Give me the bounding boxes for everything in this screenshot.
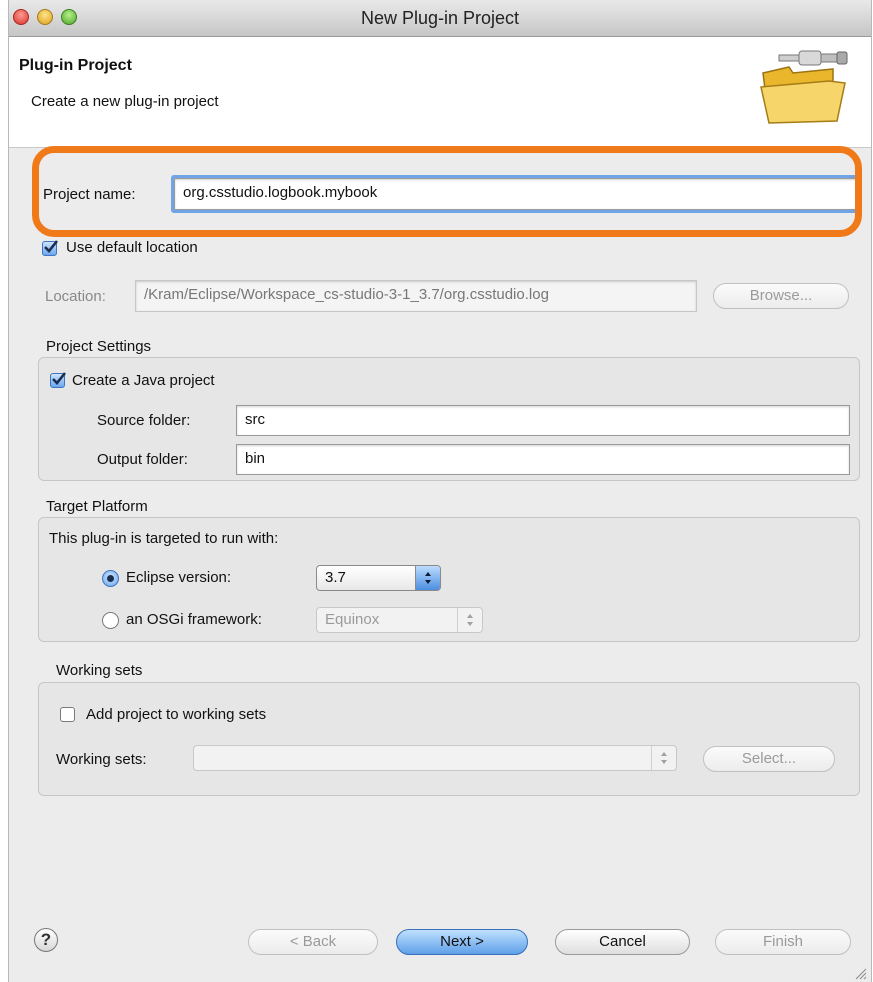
osgi-framework-select[interactable]: Equinox [316,607,483,633]
create-java-project-label: Create a Java project [72,372,215,389]
eclipse-version-label: Eclipse version: [126,569,232,586]
next-button[interactable]: Next > [396,929,528,955]
output-folder-input[interactable]: bin [236,444,850,475]
source-folder-input[interactable]: src [236,405,850,436]
help-icon[interactable]: ? [34,928,58,952]
add-to-working-sets-label: Add project to working sets [86,706,267,723]
working-sets-select[interactable] [193,745,677,771]
working-sets-group [38,682,860,796]
wizard-header: Plug-in Project Create a new plug-in pro… [9,37,871,148]
up-down-arrows-icon [467,614,473,626]
create-java-project-checkbox[interactable] [50,372,67,388]
up-down-arrows-icon [661,752,667,764]
back-button[interactable]: < Back [248,929,378,955]
osgi-framework-stepper[interactable] [457,608,482,632]
working-sets-stepper[interactable] [651,746,676,770]
checkmark-icon [52,372,67,385]
location-label: Location: [45,288,106,305]
working-sets-title: Working sets [56,662,143,679]
target-platform-title: Target Platform [46,498,148,515]
project-settings-title: Project Settings [46,338,152,355]
eclipse-version-select[interactable]: 3.7 [316,565,441,591]
title-bar: New Plug-in Project [9,0,871,37]
select-working-sets-button[interactable]: Select... [703,746,835,772]
checkmark-icon [44,240,59,253]
resize-grip-icon[interactable] [853,966,867,980]
output-folder-label: Output folder: [97,451,188,468]
use-default-location-checkbox[interactable] [42,240,59,256]
add-to-working-sets-checkbox[interactable] [60,707,75,722]
eclipse-version-value: 3.7 [325,569,346,586]
wizard-folder-plug-icon [760,50,848,124]
target-platform-intro: This plug-in is targeted to run with: [49,530,279,547]
osgi-framework-radio[interactable] [102,612,119,629]
cancel-button[interactable]: Cancel [555,929,690,955]
up-down-arrows-icon [425,572,431,584]
eclipse-version-radio[interactable] [102,570,119,587]
location-input[interactable]: /Kram/Eclipse/Workspace_cs-studio-3-1_3.… [135,280,697,312]
eclipse-version-stepper[interactable] [415,566,440,590]
osgi-framework-value: Equinox [325,611,380,628]
page-subtitle: Create a new plug-in project [31,93,219,110]
browse-button[interactable]: Browse... [713,283,849,309]
window-title: New Plug-in Project [360,8,520,28]
osgi-framework-label: an OSGi framework: [126,611,262,628]
page-title: Plug-in Project [19,57,132,74]
source-folder-label: Source folder: [97,412,191,429]
working-sets-label: Working sets: [56,751,147,768]
project-name-highlight-annotation [32,146,862,237]
finish-button[interactable]: Finish [715,929,851,955]
use-default-location-label: Use default location [66,239,198,256]
